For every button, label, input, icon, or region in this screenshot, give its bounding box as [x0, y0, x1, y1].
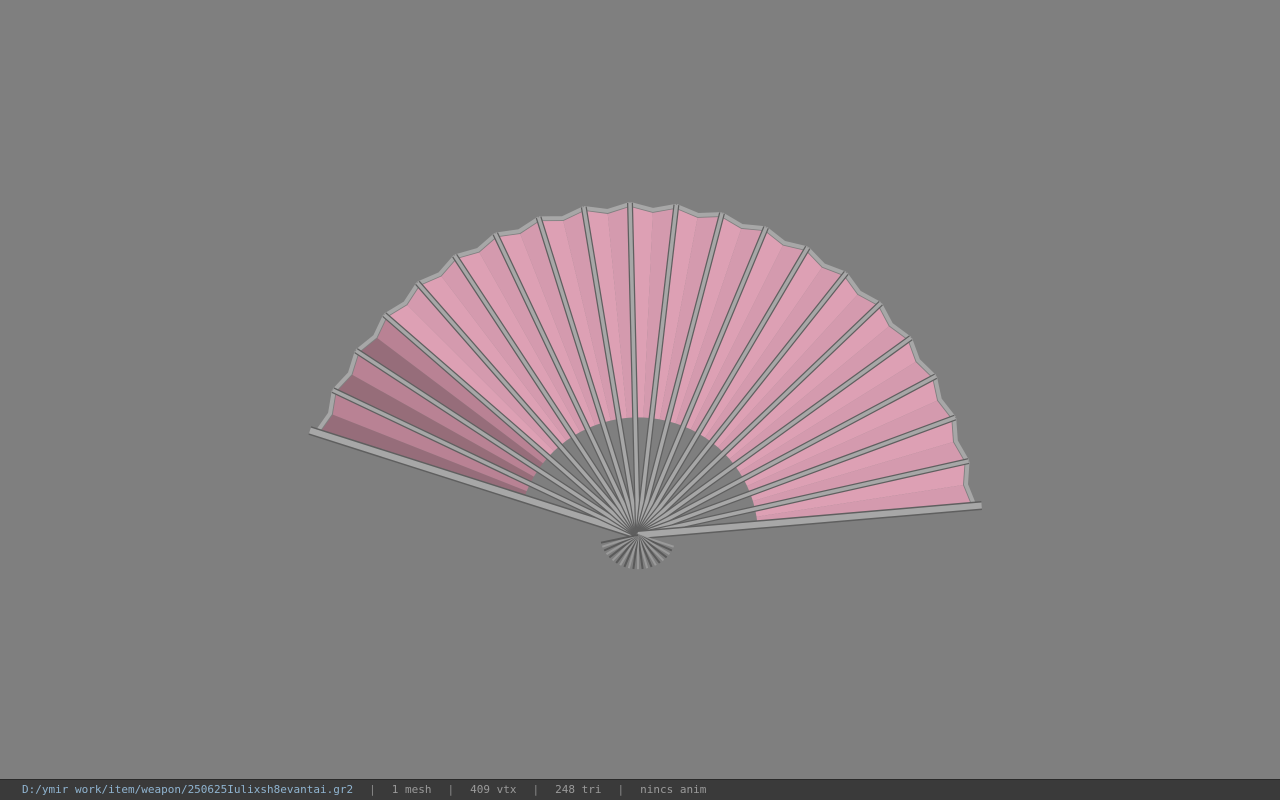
vertex-count: 409 vtx [470, 783, 517, 796]
model-file-path: D:/ymir work/item/weapon/250625Iulixsh8e… [22, 783, 354, 796]
status-separator: | [532, 783, 540, 796]
fan-hub [600, 534, 675, 570]
mesh-count: 1 mesh [391, 783, 432, 796]
status-bar: D:/ymir work/item/weapon/250625Iulixsh8e… [0, 779, 1280, 800]
status-separator: | [617, 783, 625, 796]
animation-status: nincs anim [640, 783, 707, 796]
status-separator: | [447, 783, 455, 796]
status-separator: | [369, 783, 376, 796]
fan-model [308, 201, 983, 570]
triangle-count: 248 tri [555, 783, 602, 796]
3d-viewport[interactable] [0, 0, 1280, 779]
